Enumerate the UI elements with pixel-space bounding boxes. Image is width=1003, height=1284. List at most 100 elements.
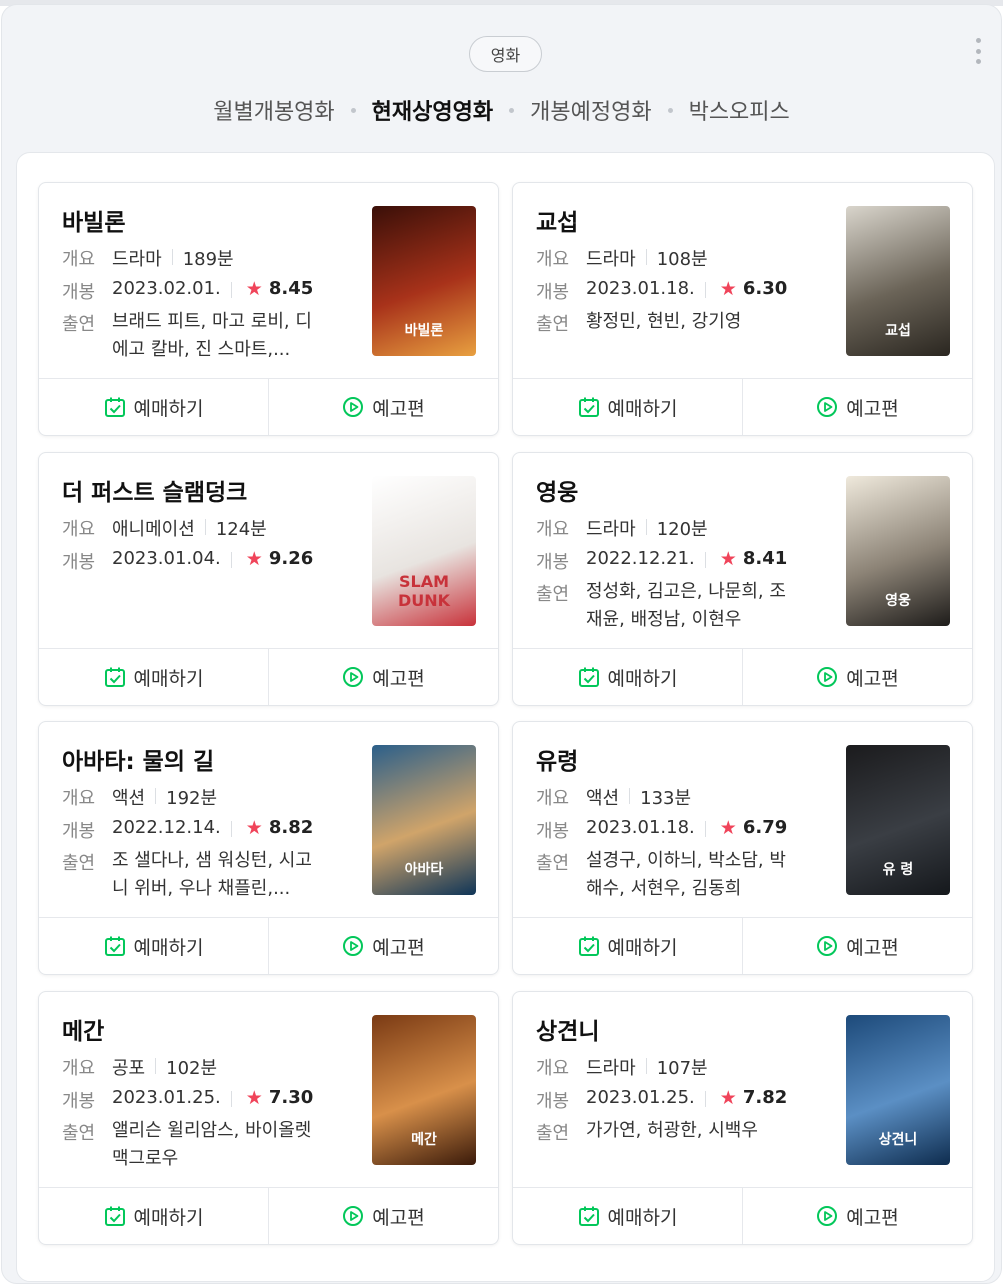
- movie-genre: 애니메이션: [112, 519, 195, 540]
- more-options-icon[interactable]: [970, 38, 986, 64]
- cast-label: 출연: [536, 314, 570, 335]
- release-row: 개봉 2023.01.18. ★ 6.30: [536, 278, 836, 304]
- star-icon: ★: [245, 817, 263, 839]
- card-actions: 예매하기 예고편: [39, 648, 498, 705]
- movie-card[interactable]: 바빌론 개요 드라마 189분 개봉 2023.02.01. ★ 8.45 출연…: [38, 182, 499, 436]
- category-chip-label: 영화: [490, 46, 521, 65]
- book-button-label: 예매하기: [607, 1206, 678, 1229]
- book-button[interactable]: 예매하기: [513, 379, 742, 435]
- cast-row: 출연 황정민, 현빈, 강기영: [536, 310, 836, 336]
- tab-upcoming[interactable]: 개봉예정영화: [526, 94, 655, 126]
- book-button[interactable]: 예매하기: [513, 1188, 742, 1244]
- tab-now-showing[interactable]: 현재상영영화: [368, 94, 497, 126]
- movie-genre: 드라마: [586, 249, 636, 270]
- summary-row: 개요 액션 133분: [536, 784, 836, 810]
- cast-list: 설경구, 이하늬, 박소담, 박해수, 서현우, 김동희: [586, 850, 786, 899]
- book-button[interactable]: 예매하기: [39, 649, 268, 705]
- star-icon: ★: [719, 278, 737, 300]
- release-date: 2022.12.21.: [586, 548, 695, 569]
- card-actions: 예매하기 예고편: [513, 1187, 972, 1244]
- movie-card[interactable]: 영웅 개요 드라마 120분 개봉 2022.12.21. ★ 8.41 출연 …: [512, 452, 973, 706]
- trailer-button[interactable]: 예고편: [742, 918, 972, 974]
- movie-runtime: 189분: [182, 249, 234, 270]
- book-button-label: 예매하기: [607, 936, 678, 959]
- summary-label: 개요: [62, 1058, 96, 1079]
- trailer-button[interactable]: 예고편: [268, 379, 498, 435]
- release-row: 개봉 2023.01.04. ★ 9.26: [62, 548, 362, 574]
- movie-card[interactable]: 더 퍼스트 슬램덩크 개요 애니메이션 124분 개봉 2023.01.04. …: [38, 452, 499, 706]
- movie-poster[interactable]: 아바타: [372, 745, 476, 895]
- book-button[interactable]: 예매하기: [39, 379, 268, 435]
- summary-row: 개요 공포 102분: [62, 1054, 362, 1080]
- calendar-check-icon: [578, 666, 608, 688]
- movie-poster[interactable]: 유 령: [846, 745, 950, 895]
- summary-label: 개요: [62, 519, 96, 540]
- movie-title[interactable]: 더 퍼스트 슬램덩크: [62, 473, 247, 507]
- summary-row: 개요 드라마 120분: [536, 515, 836, 541]
- movie-card[interactable]: 상견니 개요 드라마 107분 개봉 2023.01.25. ★ 7.82 출연…: [512, 991, 973, 1245]
- movie-title[interactable]: 아바타: 물의 길: [62, 742, 214, 776]
- divider: [704, 282, 706, 298]
- trailer-button[interactable]: 예고편: [742, 1188, 972, 1244]
- movie-runtime: 107분: [656, 1058, 708, 1079]
- star-icon: ★: [719, 1087, 737, 1109]
- movie-genre: 공포: [112, 1058, 146, 1079]
- divider: [645, 1058, 647, 1074]
- movie-card[interactable]: 아바타: 물의 길 개요 액션 192분 개봉 2022.12.14. ★ 8.…: [38, 721, 499, 975]
- tab-monthly-release[interactable]: 월별개봉영화: [209, 94, 338, 126]
- summary-label: 개요: [62, 788, 96, 809]
- movie-poster[interactable]: SLAM DUNK: [372, 476, 476, 626]
- category-chip[interactable]: 영화: [469, 36, 542, 72]
- cast-row: 출연 브래드 피트, 마고 로비, 디에고 칼바, 진 스마트,...: [62, 310, 362, 364]
- movie-poster[interactable]: 바빌론: [372, 206, 476, 356]
- movie-card[interactable]: 교섭 개요 드라마 108분 개봉 2023.01.18. ★ 6.30 출연 …: [512, 182, 973, 436]
- star-icon: ★: [245, 548, 263, 570]
- release-label: 개봉: [536, 282, 570, 303]
- movie-poster[interactable]: 상견니: [846, 1015, 950, 1165]
- release-row: 개봉 2022.12.21. ★ 8.41: [536, 548, 836, 574]
- cast-list: 앨리슨 윌리암스, 바이올렛 맥그로우: [112, 1120, 312, 1169]
- movie-genre: 액션: [112, 788, 146, 809]
- movie-title[interactable]: 상견니: [536, 1012, 599, 1046]
- movie-title[interactable]: 유령: [536, 742, 578, 776]
- summary-row: 개요 드라마 189분: [62, 245, 362, 271]
- tab-box-office[interactable]: 박스오피스: [685, 94, 794, 126]
- movie-genre: 드라마: [112, 249, 162, 270]
- tab-separator: [350, 107, 356, 113]
- divider: [155, 788, 157, 804]
- poster-title: 영웅: [885, 593, 911, 609]
- movie-poster[interactable]: 메간: [372, 1015, 476, 1165]
- movie-poster[interactable]: 교섭: [846, 206, 950, 356]
- cast-list: 브래드 피트, 마고 로비, 디에고 칼바, 진 스마트,...: [112, 311, 312, 360]
- divider: [230, 1091, 232, 1107]
- book-button[interactable]: 예매하기: [513, 649, 742, 705]
- movie-title[interactable]: 교섭: [536, 203, 578, 237]
- trailer-button-label: 예고편: [846, 667, 899, 690]
- movie-card[interactable]: 메간 개요 공포 102분 개봉 2023.01.25. ★ 7.30 출연 앨…: [38, 991, 499, 1245]
- divider: [704, 1091, 706, 1107]
- trailer-button[interactable]: 예고편: [268, 649, 498, 705]
- trailer-button-label: 예고편: [846, 1206, 899, 1229]
- cast-row: 출연 가가연, 허광한, 시백우: [536, 1119, 836, 1145]
- trailer-button[interactable]: 예고편: [268, 1188, 498, 1244]
- movie-title[interactable]: 메간: [62, 1012, 104, 1046]
- book-button[interactable]: 예매하기: [39, 918, 268, 974]
- release-label: 개봉: [62, 821, 96, 842]
- movie-title[interactable]: 바빌론: [62, 203, 125, 237]
- divider: [204, 519, 206, 535]
- book-button[interactable]: 예매하기: [513, 918, 742, 974]
- movie-poster[interactable]: 영웅: [846, 476, 950, 626]
- book-button[interactable]: 예매하기: [39, 1188, 268, 1244]
- divider: [645, 249, 647, 265]
- play-circle-icon: [342, 935, 372, 957]
- trailer-button[interactable]: 예고편: [742, 649, 972, 705]
- movie-title[interactable]: 영웅: [536, 473, 578, 507]
- divider: [645, 519, 647, 535]
- summary-row: 개요 애니메이션 124분: [62, 515, 362, 541]
- movie-card[interactable]: 유령 개요 액션 133분 개봉 2023.01.18. ★ 6.79 출연 설…: [512, 721, 973, 975]
- cast-list: 가가연, 허광한, 시백우: [586, 1120, 758, 1141]
- trailer-button[interactable]: 예고편: [742, 379, 972, 435]
- rating-score: 9.26: [268, 548, 314, 569]
- trailer-button[interactable]: 예고편: [268, 918, 498, 974]
- movie-runtime: 108분: [656, 249, 708, 270]
